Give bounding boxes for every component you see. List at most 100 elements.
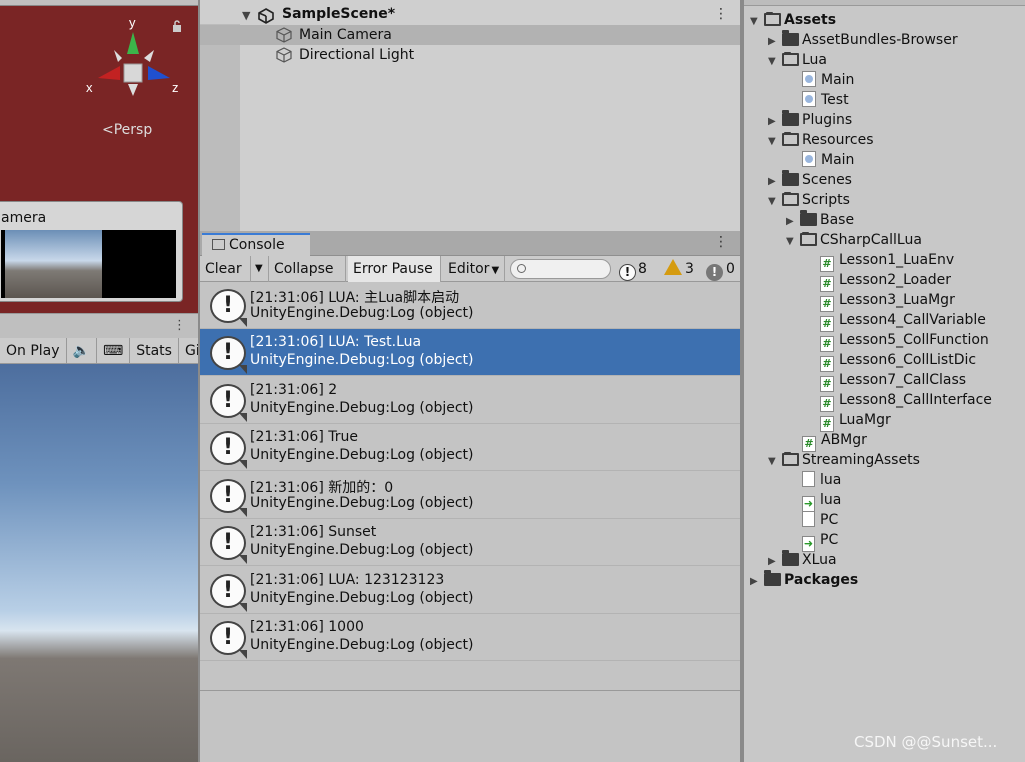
log-entry[interactable]: ! [21:31:06] 新加的：0 UnityEngine.Debug:Log… xyxy=(200,472,740,519)
log-info-icon: ! xyxy=(210,384,247,422)
keyboard-icon[interactable]: ⌨ xyxy=(97,337,131,364)
chevron-down-icon[interactable]: ▼ xyxy=(768,52,782,72)
chevron-right-icon[interactable]: ▶ xyxy=(768,112,782,132)
error-count-toggle[interactable]: ! 0 xyxy=(702,258,739,281)
hierarchy-item-label: Directional Light xyxy=(299,47,415,63)
scene-name[interactable]: SampleScene* xyxy=(282,6,395,22)
tree-item-label: PC xyxy=(820,532,839,548)
tree-item-folder[interactable]: ▶ Base xyxy=(786,210,854,230)
tree-item-label: Lesson7_CallClass xyxy=(839,372,967,388)
chevron-down-icon[interactable]: ▼ xyxy=(786,232,800,252)
warning-count-toggle[interactable]: 3 xyxy=(660,258,698,280)
play-focus-dropdown[interactable]: On Play xyxy=(0,337,67,364)
clear-options-dropdown[interactable]: ▼ xyxy=(251,256,269,282)
chevron-right-icon[interactable]: ▶ xyxy=(750,572,764,592)
tree-item-folder[interactable]: ▶ XLua xyxy=(768,550,837,570)
detail-splitter[interactable] xyxy=(200,690,740,691)
editor-dropdown[interactable]: Editor ▼ xyxy=(443,256,505,282)
tree-item-script[interactable]: # ABMgr xyxy=(802,430,867,452)
tree-item-file[interactable]: Main xyxy=(802,150,854,170)
chevron-down-icon[interactable]: ▼ xyxy=(768,452,782,472)
chevron-right-icon[interactable]: ▶ xyxy=(786,212,800,232)
folder-icon xyxy=(782,170,799,186)
log-count-toggle[interactable]: ! 8 xyxy=(615,258,651,281)
tree-item-folder[interactable]: ▶ AssetBundles-Browser xyxy=(768,30,958,50)
game-tab-strip: ⋮ xyxy=(0,313,198,338)
chevron-down-icon[interactable]: ▼ xyxy=(750,12,764,32)
game-viewport[interactable] xyxy=(0,364,198,762)
log-entry[interactable]: ! [21:31:06] LUA: 123123123 UnityEngine.… xyxy=(200,567,740,614)
project-panel: ▼ Assets ▶ AssetBundles-Browser ▼ Lua Main … xyxy=(742,0,1025,762)
chevron-right-icon[interactable]: ▶ xyxy=(768,32,782,52)
log-entry[interactable]: ! [21:31:06] Sunset UnityEngine.Debug:Lo… xyxy=(200,519,740,566)
log-stacktrace: UnityEngine.Debug:Log (object) xyxy=(250,400,474,416)
tree-item-folder[interactable]: ▼ StreamingAssets xyxy=(768,450,920,470)
log-info-icon: ! xyxy=(210,431,247,469)
folder-open-icon xyxy=(782,452,799,466)
persp-label[interactable]: <Persp xyxy=(102,122,152,138)
tree-item-file[interactable]: Main xyxy=(802,70,854,90)
chevron-down-icon[interactable]: ▼ xyxy=(768,192,782,212)
log-entry[interactable]: ! [21:31:06] 2 UnityEngine.Debug:Log (ob… xyxy=(200,377,740,424)
chevron-down-icon[interactable]: ▼ xyxy=(242,9,250,22)
folder-icon xyxy=(782,550,799,566)
log-entry[interactable]: ! [21:31:06] 1000 UnityEngine.Debug:Log … xyxy=(200,614,740,661)
more-options-icon[interactable]: ⋮ xyxy=(714,234,728,250)
error-pause-button[interactable]: Error Pause xyxy=(348,256,441,282)
chevron-right-icon[interactable]: ▶ xyxy=(768,172,782,192)
tree-item-script[interactable]: # Lesson3_LuaMgr xyxy=(820,290,955,312)
tree-item-script[interactable]: # Lesson6_CollListDic xyxy=(820,350,976,372)
tree-item-script[interactable]: # LuaMgr xyxy=(820,410,891,432)
tree-item-folder[interactable]: ▶ Plugins xyxy=(768,110,852,130)
log-info-icon: ! xyxy=(210,289,247,327)
log-entry[interactable]: ! [21:31:06] True UnityEngine.Debug:Log … xyxy=(200,424,740,471)
tree-item-file[interactable]: Test xyxy=(802,90,849,110)
tree-item-script[interactable]: # Lesson7_CallClass xyxy=(820,370,967,392)
orientation-gizmo[interactable]: y x z xyxy=(84,14,194,109)
scene-view[interactable]: y x z <Persp amera xyxy=(0,0,198,313)
more-options-icon[interactable]: ⋮ xyxy=(714,6,728,22)
more-options-icon[interactable]: ⋮ xyxy=(173,318,186,333)
tree-item-label: Plugins xyxy=(802,112,853,128)
tree-item-label: Packages xyxy=(784,572,859,588)
tree-item-file[interactable]: ➜ PC xyxy=(802,530,839,552)
camera-preview: amera xyxy=(0,201,183,302)
stats-button[interactable]: Stats xyxy=(130,337,179,364)
tree-item-script[interactable]: # Lesson2_Loader xyxy=(820,270,951,292)
clear-button[interactable]: Clear xyxy=(200,256,251,282)
tree-item-folder[interactable]: ▼ Resources xyxy=(768,130,874,150)
tree-item-file[interactable]: PC xyxy=(802,510,838,530)
chevron-down-icon[interactable]: ▼ xyxy=(768,132,782,152)
search-input[interactable] xyxy=(510,259,611,279)
tab-console[interactable]: Console xyxy=(202,233,310,257)
audio-icon[interactable]: 🔈 xyxy=(67,337,97,364)
console-panel: Console ⋮ Clear ▼ Collapse Error Pause E… xyxy=(198,231,742,762)
tree-item-label: Test xyxy=(821,92,849,108)
collapse-button[interactable]: Collapse xyxy=(269,256,346,282)
tree-item-script[interactable]: # Lesson1_LuaEnv xyxy=(820,250,954,272)
tree-item-script[interactable]: # Lesson8_CallInterface xyxy=(820,390,992,412)
log-info-icon: ! xyxy=(210,621,247,659)
tree-item-label: lua xyxy=(820,472,842,488)
editor-dropdown-label: Editor xyxy=(448,261,490,277)
tree-item-assets[interactable]: ▼ Assets xyxy=(750,10,836,30)
tree-item-script[interactable]: # Lesson4_CallVariable xyxy=(820,310,986,332)
folder-icon xyxy=(782,110,799,126)
log-entry[interactable]: ! [21:31:06] LUA: 主Lua脚本启动 UnityEngine.D… xyxy=(200,282,740,329)
hierarchy-item[interactable]: Main Camera xyxy=(200,25,740,45)
tree-item-folder[interactable]: ▼ Lua xyxy=(768,50,827,70)
search-icon xyxy=(517,264,526,273)
tree-item-file[interactable]: lua xyxy=(802,470,841,490)
tree-item-folder[interactable]: ▼ Scripts xyxy=(768,190,850,210)
chevron-right-icon[interactable]: ▶ xyxy=(768,552,782,572)
watermark: CSDN @@Sunset... xyxy=(854,733,998,751)
unity-scene-icon xyxy=(258,8,274,24)
tree-item-script[interactable]: # Lesson5_CollFunction xyxy=(820,330,989,352)
tree-item-packages[interactable]: ▶ Packages xyxy=(750,570,858,590)
tree-item-folder[interactable]: ▼ CSharpCallLua xyxy=(786,230,922,250)
log-entry[interactable]: ! [21:31:06] LUA: Test.Lua UnityEngine.D… xyxy=(200,329,740,376)
log-count: 8 xyxy=(638,261,647,277)
tree-item-folder[interactable]: ▶ Scenes xyxy=(768,170,852,190)
tree-item-file[interactable]: ➜ lua xyxy=(802,490,841,512)
hierarchy-item[interactable]: Directional Light xyxy=(200,45,740,65)
